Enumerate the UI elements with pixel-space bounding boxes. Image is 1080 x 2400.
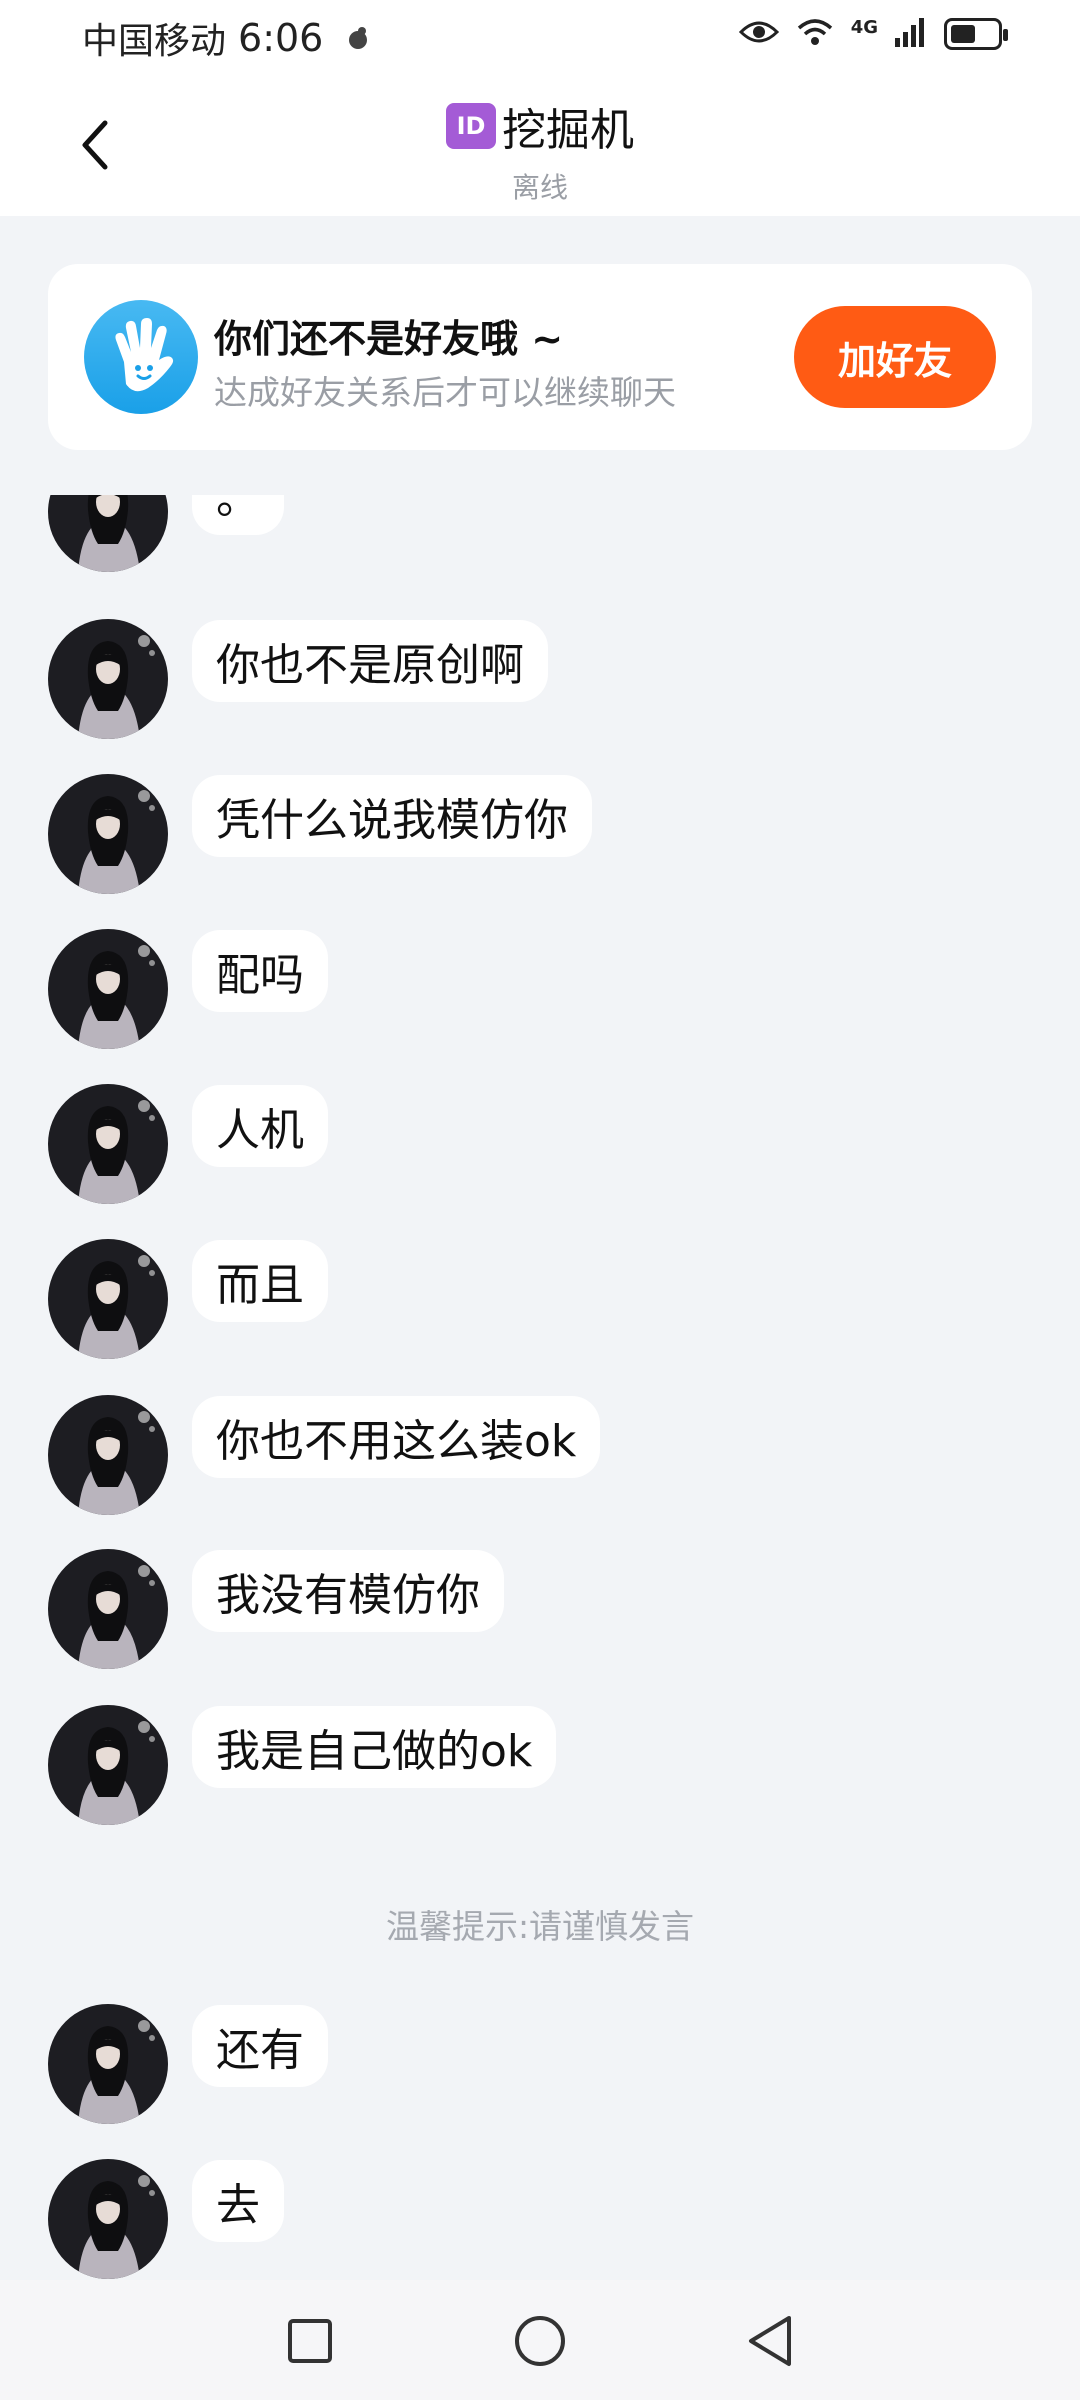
triangle-back-icon <box>749 2316 791 2366</box>
message-bubble[interactable]: 凭什么说我模仿你 <box>192 775 592 857</box>
message-list[interactable]: 。你也不是原创啊 凭什么说我模仿你 配吗人机而且你也不用这么装ok 我没有模仿你 我是自… <box>0 495 1080 2280</box>
sender-avatar[interactable] <box>48 1705 168 1825</box>
safety-tip: 温馨提示:请谨慎发言 <box>385 1907 695 1946</box>
sender-avatar[interactable] <box>48 774 168 894</box>
online-status: 离线 <box>511 171 568 204</box>
message-row: 还有 <box>48 2004 328 2124</box>
message-row: 而且 <box>48 1239 328 1359</box>
battery-level <box>951 25 975 43</box>
notification-icon <box>345 25 371 51</box>
circle-icon <box>515 2316 565 2366</box>
sender-avatar[interactable] <box>48 2004 168 2124</box>
message-bubble[interactable]: 而且 <box>192 1240 328 1322</box>
battery-icon <box>944 18 1008 50</box>
message-row: 凭什么说我模仿你 <box>48 774 592 894</box>
friend-request-card: 你们还不是好友哦 ~ 达成好友关系后才可以继续聊天 加好友 <box>48 264 1032 450</box>
message-bubble[interactable]: 我没有模仿你 <box>192 1550 504 1632</box>
message-bubble[interactable]: 。 <box>192 495 284 535</box>
sender-avatar[interactable] <box>48 1239 168 1359</box>
carrier-label: 中国移动 <box>82 21 227 62</box>
status-left: 中国移动 6:06 <box>82 12 371 64</box>
sender-avatar[interactable] <box>48 2159 168 2279</box>
message-bubble[interactable]: 我是自己做的ok <box>192 1706 557 1788</box>
friend-card-description: 达成好友关系后才可以继续聊天 <box>214 373 676 412</box>
home-button[interactable] <box>505 2306 575 2376</box>
status-right: 4G <box>738 16 1008 52</box>
recent-apps-button[interactable] <box>275 2306 345 2376</box>
sender-avatar[interactable] <box>48 1395 168 1515</box>
message-row: 。 <box>48 495 284 572</box>
sender-avatar[interactable] <box>48 1084 168 1204</box>
chat-header: ID 挖掘机 离线 <box>0 72 1080 216</box>
message-bubble[interactable]: 去 <box>192 2160 284 2242</box>
message-row: 我没有模仿你 <box>48 1549 504 1669</box>
sender-avatar[interactable] <box>48 619 168 739</box>
message-row: 人机 <box>48 1084 328 1204</box>
message-row: 我是自己做的ok <box>48 1705 557 1825</box>
title-block: ID 挖掘机 离线 <box>0 94 1080 206</box>
status-bar: 中国移动 6:06 4G <box>0 0 1080 72</box>
signal-icon <box>894 16 928 52</box>
message-row: 去 <box>48 2159 284 2279</box>
system-nav-bar <box>0 2280 1080 2400</box>
id-badge: ID <box>446 103 496 149</box>
back-nav-button[interactable] <box>735 2306 805 2376</box>
message-bubble[interactable]: 你也不是原创啊 <box>192 620 548 702</box>
network-type: 4G <box>850 16 878 38</box>
message-bubble[interactable]: 你也不用这么装ok <box>192 1396 601 1478</box>
friend-card-title: 你们还不是好友哦 ~ <box>214 317 564 361</box>
wave-hand-icon <box>84 300 198 414</box>
clock: 6:06 <box>238 16 324 60</box>
message-row: 你也不是原创啊 <box>48 619 548 739</box>
sender-avatar[interactable] <box>48 1549 168 1669</box>
add-friend-button[interactable]: 加好友 <box>794 306 996 408</box>
message-bubble[interactable]: 人机 <box>192 1085 328 1167</box>
message-bubble[interactable]: 配吗 <box>192 930 328 1012</box>
message-row: 配吗 <box>48 929 328 1049</box>
sender-avatar[interactable] <box>48 929 168 1049</box>
eye-icon <box>738 18 779 50</box>
chat-title: 挖掘机 <box>502 105 634 156</box>
square-icon <box>288 2319 332 2363</box>
message-row: 你也不用这么装ok <box>48 1395 601 1515</box>
sender-avatar[interactable] <box>48 495 168 572</box>
message-bubble[interactable]: 还有 <box>192 2005 328 2087</box>
wifi-icon <box>795 16 835 52</box>
title-row: ID 挖掘机 <box>446 94 634 158</box>
